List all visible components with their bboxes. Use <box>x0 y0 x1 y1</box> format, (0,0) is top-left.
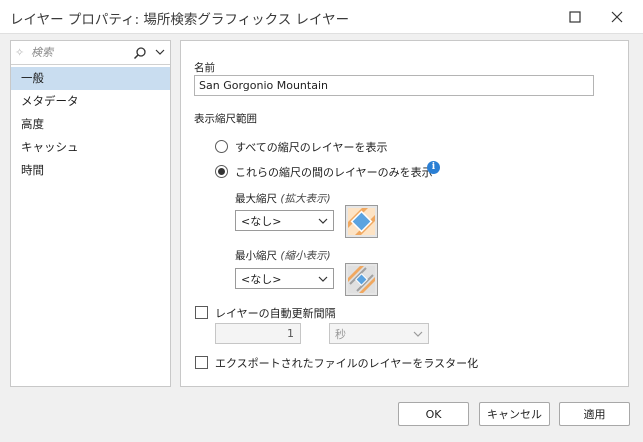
nav-search-box: ✧ <box>11 41 170 65</box>
max-scale-map-button[interactable] <box>345 205 378 238</box>
min-scale-label: 最小縮尺 (縮小表示) <box>235 248 331 263</box>
left-nav-panel: ✧ 一般メタデータ高度キャッシュ時間 <box>10 40 171 387</box>
radio-all-scales-label[interactable]: すべての縮尺のレイヤーを表示 <box>235 139 387 155</box>
refresh-unit-select[interactable]: 秒 <box>329 323 429 344</box>
sidebar-item[interactable]: キャッシュ <box>11 136 170 159</box>
general-settings-panel: 名前 San Gorgonio Mountain 表示縮尺範囲 すべての縮尺のレ… <box>180 40 629 387</box>
close-button[interactable] <box>600 0 634 34</box>
sidebar-item[interactable]: メタデータ <box>11 90 170 113</box>
radio-between-scales[interactable] <box>215 165 228 178</box>
refresh-unit-value: 秒 <box>335 327 346 341</box>
rasterize-label[interactable]: エクスポートされたファイルのレイヤーをラスター化 <box>215 355 478 371</box>
rasterize-checkbox[interactable] <box>195 356 208 369</box>
min-scale-select-value: <なし> <box>241 272 282 286</box>
sidebar-item[interactable]: 時間 <box>11 159 170 182</box>
radio-between-scales-label[interactable]: これらの縮尺の間のレイヤーのみを表示 <box>235 164 433 180</box>
name-field[interactable]: San Gorgonio Mountain <box>194 75 594 96</box>
min-scale-hint: (縮小表示) <box>280 250 331 262</box>
scale-range-label: 表示縮尺範囲 <box>194 113 257 125</box>
auto-refresh-checkbox[interactable] <box>195 306 208 319</box>
title-bar: レイヤー プロパティ: 場所検索グラフィックス レイヤー <box>0 0 643 34</box>
max-scale-label-text: 最大縮尺 <box>235 193 277 205</box>
chevron-down-icon[interactable] <box>154 45 166 59</box>
max-scale-hint: (拡大表示) <box>280 193 331 205</box>
chevron-down-icon <box>413 331 423 337</box>
ok-button[interactable]: OK <box>398 402 469 426</box>
search-icon[interactable] <box>133 46 147 60</box>
sparkle-icon: ✧ <box>15 46 25 59</box>
apply-button[interactable]: 適用 <box>559 402 630 426</box>
max-scale-select-value: <なし> <box>241 214 282 228</box>
close-icon <box>611 11 623 23</box>
max-scale-label: 最大縮尺 (拡大表示) <box>235 191 331 206</box>
nav-list: 一般 メタデータ 高度 キャッシュ 時間 <box>11 67 170 182</box>
radio-all-scales[interactable] <box>215 140 228 153</box>
maximize-icon <box>569 11 581 23</box>
min-scale-select[interactable]: <なし> <box>235 268 334 289</box>
name-label: 名前 <box>194 62 215 74</box>
info-icon[interactable]: i <box>427 161 440 174</box>
min-scale-map-button[interactable] <box>345 263 378 296</box>
cancel-button[interactable]: キャンセル <box>479 402 550 426</box>
max-scale-select[interactable]: <なし> <box>235 210 334 231</box>
auto-refresh-label[interactable]: レイヤーの自動更新間隔 <box>215 305 336 321</box>
sidebar-item[interactable]: 一般 <box>11 67 170 90</box>
chevron-down-icon <box>318 218 328 224</box>
window-title: レイヤー プロパティ: 場所検索グラフィックス レイヤー <box>10 12 350 28</box>
sidebar-item[interactable]: 高度 <box>11 113 170 136</box>
zoom-out-scale-icon <box>348 266 375 293</box>
zoom-in-scale-icon <box>348 208 375 235</box>
min-scale-label-text: 最小縮尺 <box>235 250 277 262</box>
nav-search-input[interactable] <box>31 46 129 59</box>
chevron-down-icon <box>318 276 328 282</box>
maximize-button[interactable] <box>558 0 592 34</box>
refresh-interval-input[interactable]: 1 <box>215 323 301 344</box>
